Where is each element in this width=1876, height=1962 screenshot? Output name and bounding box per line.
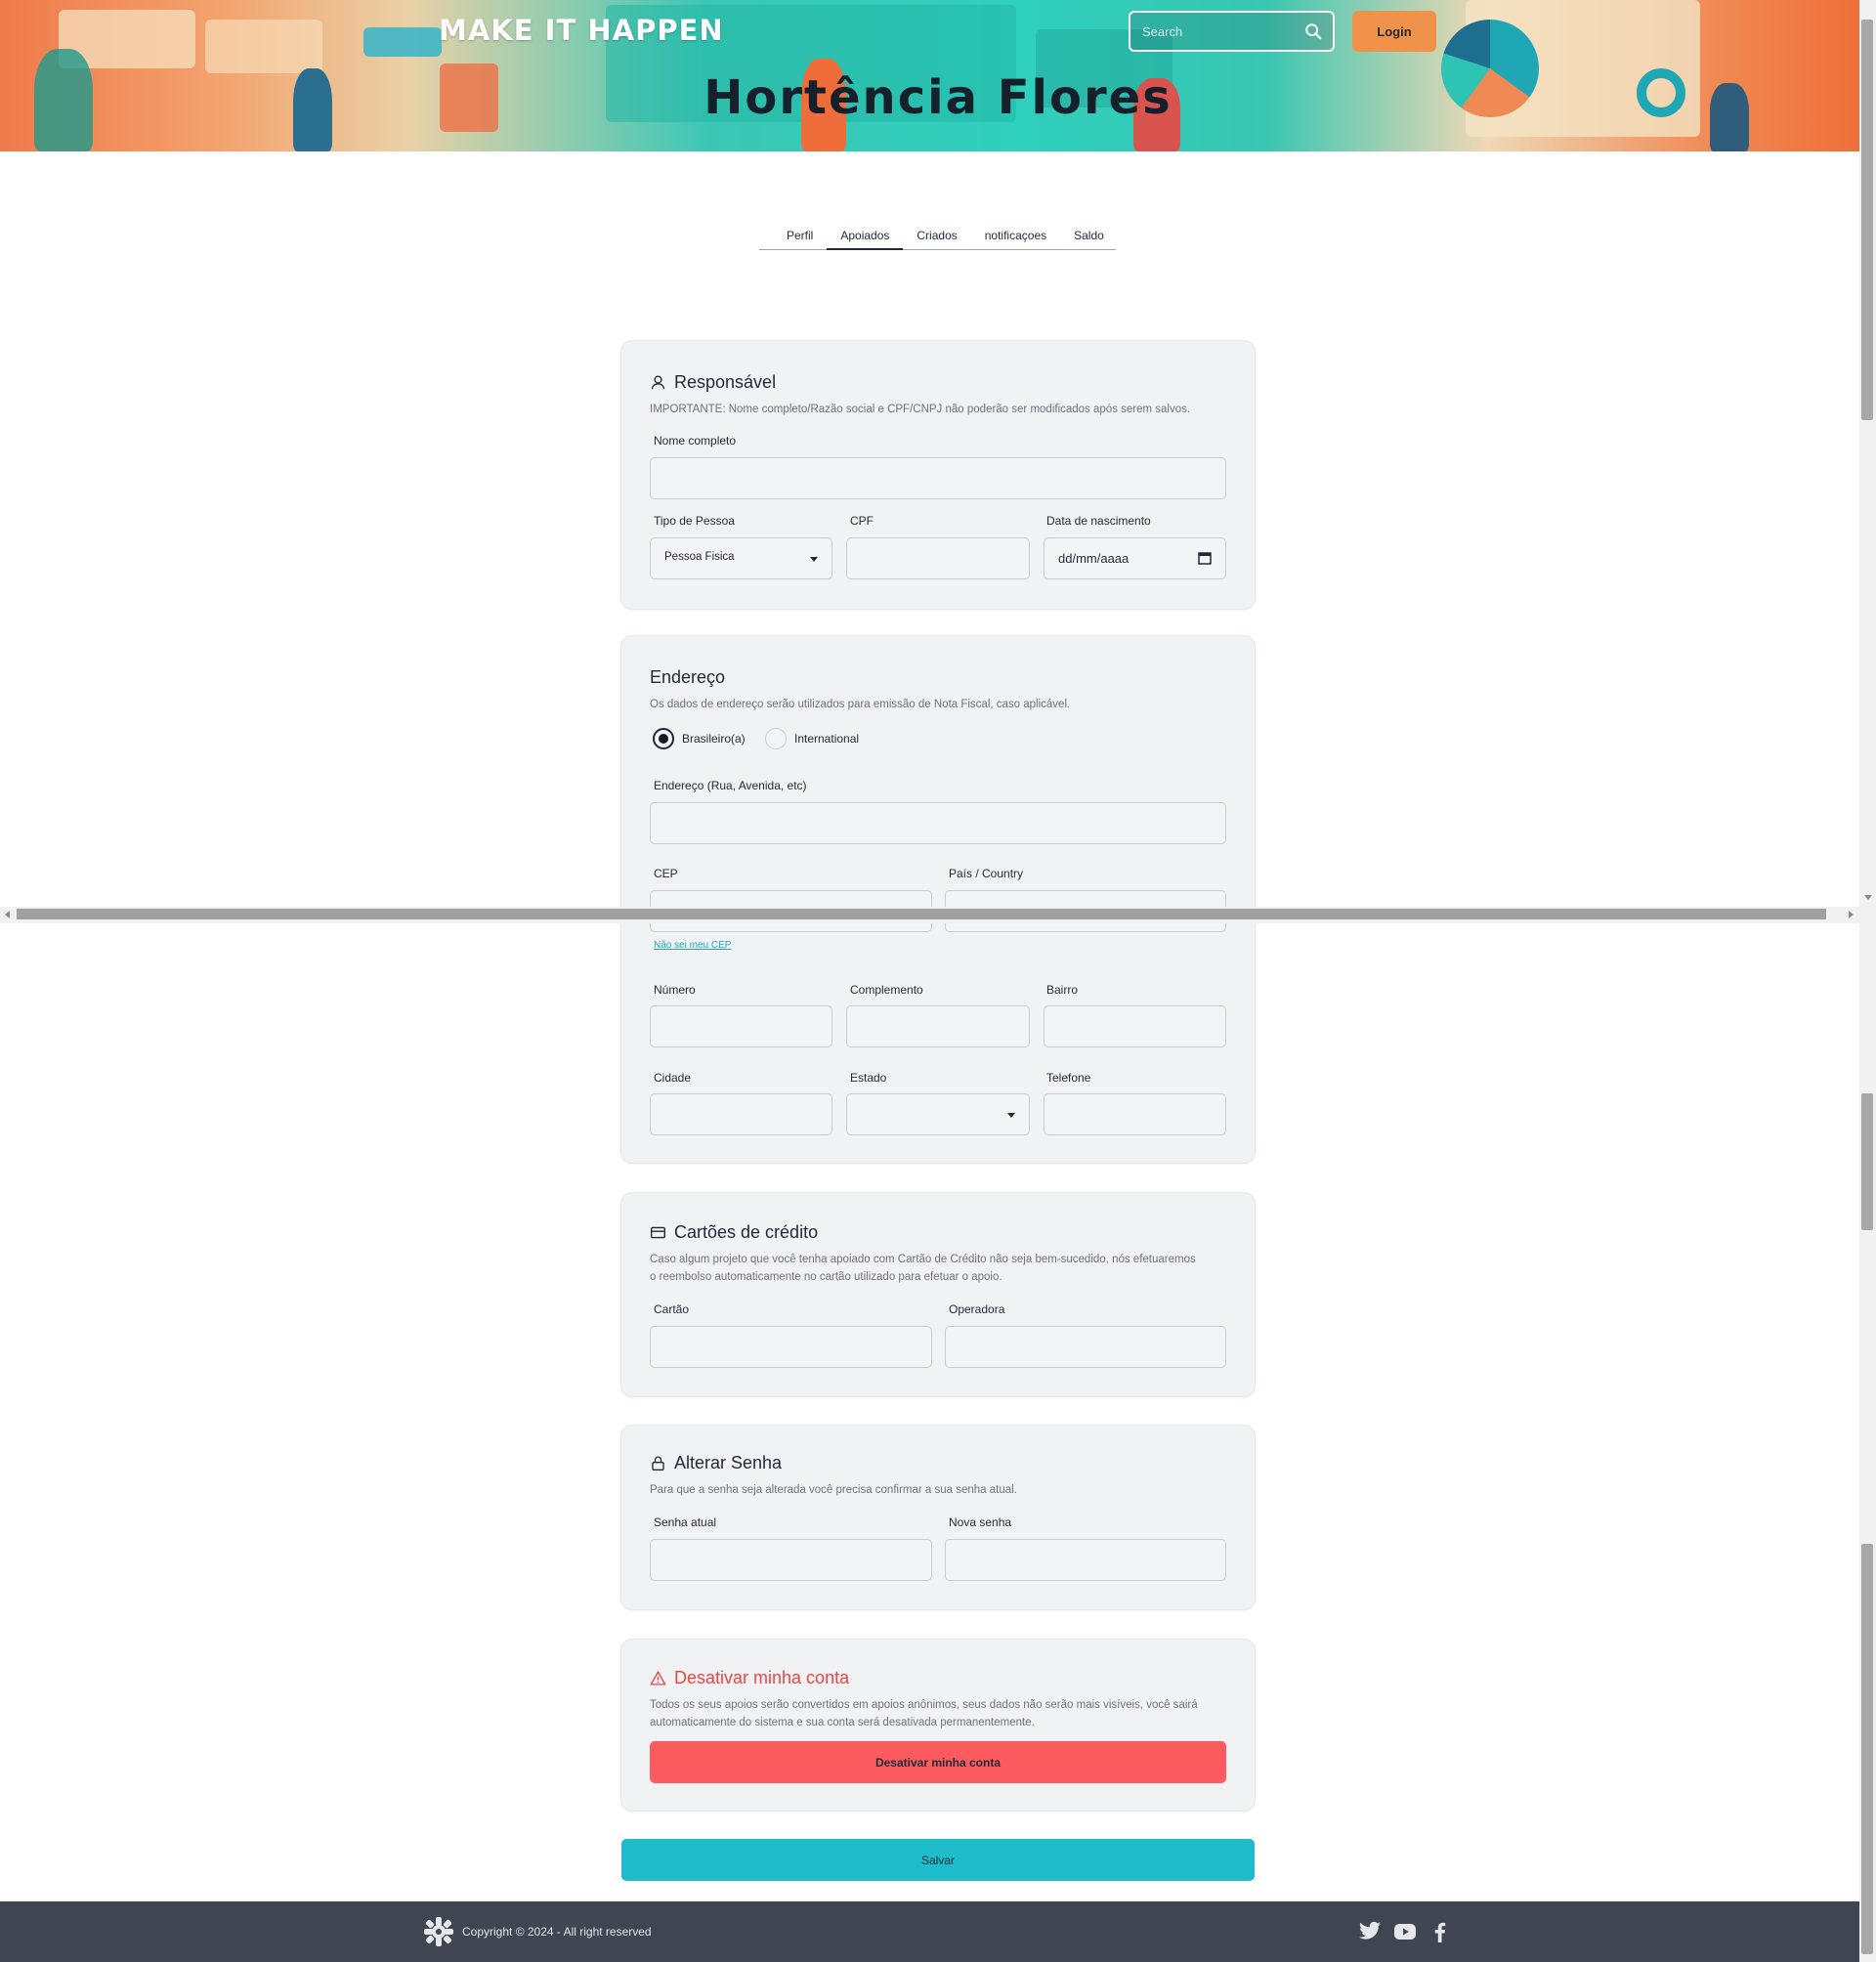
search-input[interactable] [1142,21,1289,42]
chevron-down-icon [810,557,818,562]
cartoes-title: Cartões de crédito [650,1220,818,1244]
hero-decor [205,20,322,73]
responsavel-title-text: Responsável [674,371,777,392]
complemento-field[interactable] [846,1005,1030,1047]
cartoes-title-text: Cartões de crédito [674,1221,819,1242]
nascimento-field[interactable]: dd/mm/aaaa [1044,537,1226,579]
tab-criados[interactable]: Criados [903,221,970,250]
copyright-text: Copyright © 2024 - All right reserved [462,1925,652,1939]
senha-atual-field[interactable] [650,1539,932,1581]
youtube-icon[interactable] [1393,1921,1417,1942]
scroll-right-arrow[interactable] [1849,911,1854,918]
rua-label: Endereço (Rua, Avenida, etc) [654,779,807,792]
pais-label: País / Country [949,867,1024,880]
estado-select[interactable] [846,1093,1030,1135]
facebook-icon[interactable] [1428,1921,1452,1942]
save-button[interactable]: Salvar [621,1839,1255,1881]
chevron-down-icon [1007,1113,1015,1118]
desativar-card: Desativar minha conta Todos os seus apoi… [620,1639,1256,1812]
responsavel-title: Responsável [650,370,776,394]
tab-notificacoes[interactable]: notificaçoes [971,221,1060,250]
cartao-label: Cartão [654,1302,690,1316]
senha-atual-label: Senha atual [654,1515,717,1529]
rua-field[interactable] [650,802,1226,844]
footer: Copyright © 2024 - All right reserved [0,1901,1859,1962]
desativar-title-text: Desativar minha conta [674,1667,850,1687]
senha-title-text: Alterar Senha [674,1452,783,1472]
warning-icon [650,1670,666,1685]
bairro-field[interactable] [1044,1005,1226,1047]
calendar-icon[interactable] [1198,551,1212,565]
twitter-icon[interactable] [1358,1921,1382,1942]
numero-field[interactable] [650,1005,832,1047]
login-button[interactable]: Login [1352,11,1436,52]
credit-card-icon [651,1226,665,1238]
operadora-field[interactable] [945,1326,1226,1368]
cidade-field[interactable] [650,1093,832,1135]
nascimento-placeholder: dd/mm/aaaa [1058,551,1130,566]
tab-perfil[interactable]: Perfil [773,221,827,250]
scroll-thumb[interactable] [1861,20,1873,420]
gear-logo-icon [424,1917,453,1946]
scroll-left-arrow[interactable] [5,911,10,918]
search-icon[interactable] [1304,22,1322,40]
page-title: Hortência Flores [704,70,1172,125]
hero-decor [363,27,442,57]
tipo-pessoa-label: Tipo de Pessoa [654,514,735,528]
endereco-description: Os dados de endereço serão utilizados pa… [650,699,1071,710]
senha-title: Alterar Senha [650,1451,782,1474]
desativar-title: Desativar minha conta [650,1666,849,1689]
estado-label: Estado [850,1071,887,1085]
scroll-thumb[interactable] [1861,1544,1873,1954]
senha-description: Para que a senha seja alterada você prec… [650,1484,1017,1496]
telefone-label: Telefone [1046,1071,1091,1085]
senha-card: Alterar Senha Para que a senha seja alte… [620,1425,1256,1610]
radio-brasileiro-label: Brasileiro(a) [682,732,746,746]
cartao-field[interactable] [650,1326,932,1368]
scroll-thumb[interactable] [17,909,1826,919]
desativar-description: Todos os seus apoios serão convertidos e… [650,1699,1198,1728]
hero-banner: MAKE IT HAPPEN Hortência Flores Login [0,0,1859,151]
tipo-pessoa-value: Pessoa Fisica [664,551,735,563]
telefone-field[interactable] [1044,1093,1226,1135]
nome-field[interactable] [650,457,1226,499]
search-box[interactable] [1129,11,1335,52]
tab-saldo[interactable]: Saldo [1060,221,1118,250]
cidade-label: Cidade [654,1071,692,1085]
scroll-down-arrow[interactable] [1864,895,1872,900]
nova-senha-field[interactable] [945,1539,1226,1581]
horizontal-scrollbar[interactable] [0,907,1859,923]
complemento-label: Complemento [850,983,923,997]
cpf-field[interactable] [846,537,1030,579]
tab-apoiados[interactable]: Apoiados [827,221,904,250]
endereco-card: Endereço Os dados de endereço serão util… [620,635,1256,1164]
profile-tabs: Perfil Apoiados Criados notificaçoes Sal… [759,221,1116,250]
nova-senha-label: Nova senha [949,1515,1012,1529]
responsavel-description: IMPORTANTE: Nome completo/Razão social e… [650,404,1191,415]
cartoes-card: Cartões de crédito Caso algum projeto qu… [620,1192,1256,1397]
cpf-label: CPF [850,514,874,528]
bairro-label: Bairro [1046,983,1079,997]
nao-sei-cep-link[interactable]: Não sei meu CEP [654,940,731,951]
radio-international[interactable] [765,728,787,749]
radio-brasileiro[interactable] [653,728,674,749]
endereco-title-text: Endereço [650,666,726,687]
cep-label: CEP [654,867,678,880]
numero-label: Número [654,983,696,997]
brand-logo[interactable]: MAKE IT HAPPEN [439,14,724,47]
scroll-thumb[interactable] [1861,1093,1873,1230]
nascimento-label: Data de nascimento [1046,514,1151,528]
nome-label: Nome completo [654,434,737,448]
lock-icon [652,1456,664,1471]
operadora-label: Operadora [949,1302,1005,1316]
desativar-button[interactable]: Desativar minha conta [650,1741,1226,1783]
tipo-pessoa-select[interactable]: Pessoa Fisica [650,537,832,579]
user-icon [651,374,665,389]
endereco-title: Endereço [650,665,725,689]
cartoes-description: Caso algum projeto que você tenha apoiad… [650,1254,1196,1283]
radio-international-label: International [794,732,860,746]
responsavel-card: Responsável IMPORTANTE: Nome completo/Ra… [620,340,1256,610]
vertical-scrollbar[interactable] [1859,0,1876,1962]
